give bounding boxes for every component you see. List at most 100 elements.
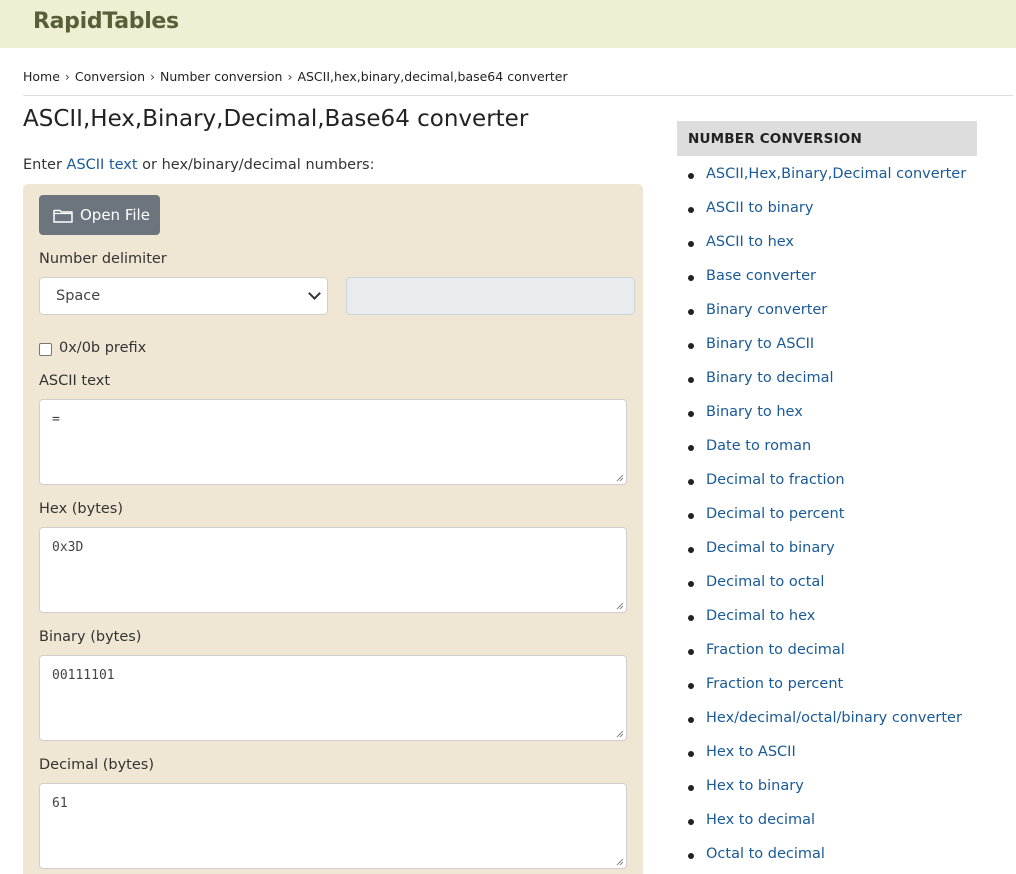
bullet-icon	[688, 411, 694, 417]
bullet-icon	[688, 785, 694, 791]
sidebar-item[interactable]: Decimal to hex	[677, 599, 977, 633]
chevron-down-icon	[308, 287, 321, 300]
sidebar-item-label: Hex/decimal/octal/binary converter	[706, 710, 962, 726]
breadcrumb-conversion[interactable]: Conversion	[75, 69, 145, 84]
sidebar-item-label: Hex to decimal	[706, 812, 816, 828]
ascii-textarea[interactable]: =	[39, 399, 627, 485]
divider	[23, 95, 1013, 96]
breadcrumb-separator: ›	[287, 69, 293, 84]
sidebar-item[interactable]: ASCII to binary	[677, 191, 977, 225]
sidebar-heading: NUMBER CONVERSION	[677, 121, 977, 156]
sidebar-item[interactable]: Hex/decimal/octal/binary converter	[677, 701, 977, 735]
sidebar-item[interactable]: Fraction to decimal	[677, 633, 977, 667]
bullet-icon	[688, 615, 694, 621]
sidebar-item[interactable]: Binary to hex	[677, 395, 977, 429]
sidebar-item[interactable]: Binary to decimal	[677, 361, 977, 395]
bullet-icon	[688, 173, 694, 179]
bullet-icon	[688, 479, 694, 485]
sidebar-item[interactable]: Decimal to octal	[677, 565, 977, 599]
sidebar-item[interactable]: Date to roman	[677, 429, 977, 463]
hex-value: 0x3D	[52, 540, 84, 555]
sidebar-item[interactable]: Decimal to fraction	[677, 463, 977, 497]
delimiter-select[interactable]: Space	[39, 277, 328, 315]
resize-grip-icon[interactable]	[616, 730, 624, 738]
sidebar-item[interactable]: Hex to binary	[677, 769, 977, 803]
bullet-icon	[688, 275, 694, 281]
sidebar-item-label: Decimal to fraction	[706, 472, 845, 488]
breadcrumb-number-conversion[interactable]: Number conversion	[160, 69, 282, 84]
intro-after: or hex/binary/decimal numbers:	[137, 157, 375, 173]
hex-textarea[interactable]: 0x3D	[39, 527, 627, 613]
sidebar-item[interactable]: Binary converter	[677, 293, 977, 327]
bullet-icon	[688, 207, 694, 213]
sidebar-item-label: ASCII to hex	[706, 234, 795, 250]
sidebar-item[interactable]: Decimal to binary	[677, 531, 977, 565]
binary-label: Binary (bytes)	[39, 629, 142, 645]
breadcrumb: Home › Conversion › Number conversion › ASCII,…	[23, 69, 568, 84]
sidebar-item[interactable]: Decimal to percent	[677, 497, 977, 531]
sidebar-item-label: Decimal to percent	[706, 506, 845, 522]
sidebar-item[interactable]: ASCII,Hex,Binary,Decimal converter	[677, 157, 977, 191]
bullet-icon	[688, 377, 694, 383]
sidebar-item[interactable]: ASCII to hex	[677, 225, 977, 259]
sidebar-item-label: Binary to hex	[706, 404, 803, 420]
sidebar-item-label: ASCII to binary	[706, 200, 814, 216]
sidebar-list: ASCII,Hex,Binary,Decimal converter ASCII …	[677, 157, 977, 871]
sidebar-item-label: Decimal to hex	[706, 608, 816, 624]
bullet-icon	[688, 241, 694, 247]
decimal-textarea[interactable]: 61	[39, 783, 627, 869]
bullet-icon	[688, 343, 694, 349]
sidebar-item[interactable]: Binary to ASCII	[677, 327, 977, 361]
breadcrumb-current[interactable]: ASCII,hex,binary,decimal,base64 converte…	[297, 69, 567, 84]
resize-grip-icon[interactable]	[616, 602, 624, 610]
bullet-icon	[688, 445, 694, 451]
bullet-icon	[688, 717, 694, 723]
custom-delimiter-input[interactable]	[346, 277, 635, 315]
bullet-icon	[688, 547, 694, 553]
sidebar-item-label: Date to roman	[706, 438, 812, 454]
sidebar-item[interactable]: Base converter	[677, 259, 977, 293]
sidebar-item-label: Decimal to octal	[706, 574, 825, 590]
site-logo[interactable]: RapidTables	[33, 9, 179, 34]
site-header: RapidTables	[0, 0, 1016, 48]
sidebar-item[interactable]: Hex to ASCII	[677, 735, 977, 769]
delimiter-value: Space	[56, 288, 101, 304]
open-file-button[interactable]: Open File	[39, 195, 160, 235]
sidebar-item-label: Hex to ASCII	[706, 744, 796, 760]
intro-text: Enter ASCII text or hex/binary/decimal n…	[23, 157, 374, 173]
bullet-icon	[688, 649, 694, 655]
bullet-icon	[688, 853, 694, 859]
sidebar-item-label: Binary to ASCII	[706, 336, 815, 352]
folder-icon	[53, 209, 73, 223]
sidebar-item[interactable]: Octal to decimal	[677, 837, 977, 871]
bullet-icon	[688, 683, 694, 689]
bullet-icon	[688, 751, 694, 757]
prefix-checkbox[interactable]	[39, 343, 52, 356]
bullet-icon	[688, 513, 694, 519]
bullet-icon	[688, 819, 694, 825]
ascii-text-link[interactable]: ASCII text	[67, 157, 138, 173]
breadcrumb-separator: ›	[64, 69, 70, 84]
open-file-label: Open File	[80, 206, 150, 224]
breadcrumb-home[interactable]: Home	[23, 69, 60, 84]
sidebar-item[interactable]: Fraction to percent	[677, 667, 977, 701]
binary-value: 00111101	[52, 668, 115, 683]
sidebar-item-label: Binary converter	[706, 302, 828, 318]
decimal-value: 61	[52, 796, 68, 811]
sidebar-item-label: Hex to binary	[706, 778, 804, 794]
bullet-icon	[688, 581, 694, 587]
intro-before: Enter	[23, 157, 67, 173]
sidebar-item-label: Decimal to binary	[706, 540, 835, 556]
sidebar-item-label: ASCII,Hex,Binary,Decimal converter	[706, 166, 967, 182]
prefix-label: 0x/0b prefix	[59, 340, 147, 356]
resize-grip-icon[interactable]	[616, 474, 624, 482]
breadcrumb-separator: ›	[150, 69, 156, 84]
delimiter-label: Number delimiter	[39, 251, 167, 267]
converter-panel: Open File Number delimiter Space 0x/0b p…	[23, 184, 643, 874]
sidebar-item[interactable]: Hex to decimal	[677, 803, 977, 837]
resize-grip-icon[interactable]	[616, 858, 624, 866]
sidebar-item-label: Octal to decimal	[706, 846, 825, 862]
binary-textarea[interactable]: 00111101	[39, 655, 627, 741]
hex-label: Hex (bytes)	[39, 501, 124, 517]
ascii-label: ASCII text	[39, 373, 111, 389]
